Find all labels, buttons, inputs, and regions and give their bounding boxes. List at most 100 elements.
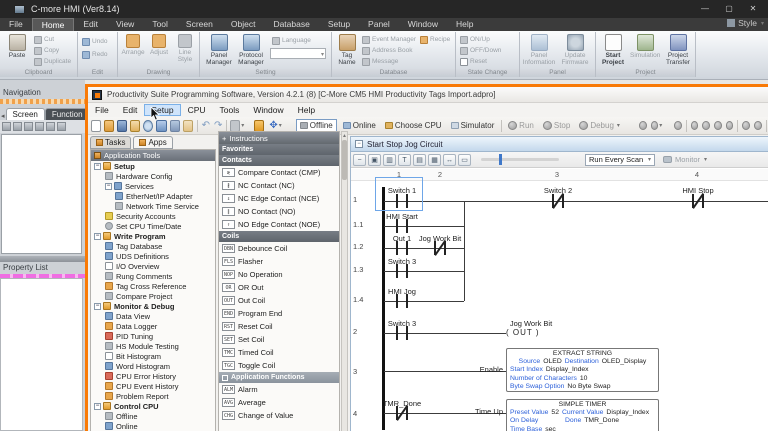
cmore-tab-database[interactable]: Database: [264, 18, 318, 31]
minimize-button[interactable]: —: [694, 2, 716, 15]
tab-function[interactable]: Function: [44, 108, 90, 120]
monitor-tool-icon-4[interactable]: [714, 121, 722, 130]
ladder-tool-view2-icon[interactable]: ▥: [383, 153, 396, 166]
ladder-tool-view4-icon[interactable]: ▦: [428, 153, 441, 166]
instruction-toggle-coil[interactable]: TGC Toggle Coil: [219, 359, 339, 372]
ladder-canvas[interactable]: 1 1.1 1.2 1.3 1.4 2 3 4 Switch 1 Switch …: [351, 177, 768, 431]
no-contact-switch3-rung2[interactable]: [396, 326, 408, 340]
tree-item-word-histogram[interactable]: Word Histogram: [91, 361, 215, 371]
lock-icon[interactable]: [254, 119, 265, 132]
cmore-tab-home[interactable]: Home: [31, 17, 75, 32]
zoom-slider-handle[interactable]: [499, 154, 502, 165]
monitor-button[interactable]: Monitor ▾: [663, 155, 707, 164]
cmore-tab-tool[interactable]: Tool: [143, 18, 177, 31]
off-down-button[interactable]: OFF/Down: [460, 46, 501, 55]
instruction-flasher[interactable]: FLS Flasher: [219, 255, 339, 268]
ladder-tool-expand-icon[interactable]: ↔: [443, 153, 456, 166]
section-application-functions[interactable]: Application Functions: [219, 372, 339, 383]
debug-button[interactable]: Debug ▾: [576, 120, 623, 131]
scroll-up-icon[interactable]: ▲: [342, 133, 347, 139]
on-up-button[interactable]: ON/Up: [460, 35, 490, 44]
monitor-tool-icon-6[interactable]: [742, 121, 750, 130]
copy-button[interactable]: Copy: [34, 46, 59, 55]
instruction-nc-edge-contact[interactable]: ↥ NC Edge Contact (NCE): [219, 192, 339, 205]
tree-item-data-view[interactable]: Data View: [91, 311, 215, 321]
tree-item-data-logger[interactable]: Data Logger: [91, 321, 215, 331]
cmore-tab-edit[interactable]: Edit: [74, 18, 107, 31]
no-contact-hmi-start[interactable]: [396, 219, 408, 233]
save-as-icon[interactable]: [130, 119, 141, 132]
tree-item-compare-project[interactable]: Compare Project: [91, 291, 215, 301]
instruction-compare-contact[interactable]: ≷ Compare Contact (CMP): [219, 166, 339, 179]
collapse-icon[interactable]: −: [94, 402, 101, 410]
start-project-button[interactable]: Start Project: [598, 34, 628, 66]
protocol-manager-button[interactable]: Protocol Manager: [236, 34, 266, 66]
open-project-icon[interactable]: [104, 119, 115, 132]
cmore-tab-window[interactable]: Window: [399, 18, 447, 31]
cut-button[interactable]: Cut: [34, 35, 54, 44]
online-button[interactable]: Online: [340, 120, 379, 131]
delete-screen-icon[interactable]: [35, 122, 44, 131]
rename-screen-icon[interactable]: [46, 122, 55, 131]
panel-splitter[interactable]: [0, 256, 85, 262]
cmore-tab-object[interactable]: Object: [222, 18, 265, 31]
tree-item-ethernet-ip-adapter[interactable]: EtherNet/IP Adapter: [91, 191, 215, 201]
cmore-tab-panel[interactable]: Panel: [359, 18, 399, 31]
simulation-button[interactable]: Simulation: [630, 34, 660, 60]
tree-item-online[interactable]: Online: [91, 421, 215, 431]
adjust-button[interactable]: Adjust: [146, 34, 172, 57]
tree-item-network-time-service[interactable]: Network Time Service: [91, 201, 215, 211]
undo-button[interactable]: Undo: [82, 37, 108, 46]
screen-grid-icon[interactable]: [57, 122, 66, 131]
ladder-tool-text-icon[interactable]: T: [398, 153, 411, 166]
choose-cpu-button[interactable]: Choose CPU: [382, 120, 445, 131]
tree-item-uds-definitions[interactable]: UDS Definitions: [91, 251, 215, 261]
pin-icon[interactable]: +: [222, 134, 226, 143]
maximize-button[interactable]: ▢: [718, 2, 740, 15]
recipe-button[interactable]: Recipe: [420, 35, 450, 44]
cmore-menu-file[interactable]: File: [0, 18, 32, 31]
redo-icon[interactable]: ↷: [214, 120, 222, 131]
collapse-icon[interactable]: −: [105, 182, 112, 190]
menu-window[interactable]: Window: [246, 104, 290, 116]
instruction-change-of-value[interactable]: CHG Change of Value: [219, 409, 339, 422]
tree-item-services[interactable]: − Services: [91, 181, 215, 191]
instructions-scrollbar[interactable]: ▲ ▼: [341, 131, 348, 431]
monitor-tool-icon-3[interactable]: [702, 121, 711, 130]
transfer-icon[interactable]: [156, 119, 167, 132]
panel-manager-button[interactable]: Panel Manager: [204, 34, 234, 66]
redo-button[interactable]: Redo: [82, 50, 108, 59]
cmore-tab-view[interactable]: View: [107, 18, 143, 31]
cmore-tab-help[interactable]: Help: [447, 18, 482, 31]
tree-item-hardware-config[interactable]: Hardware Config: [91, 171, 215, 181]
instruction-no-operation[interactable]: NOP No Operation: [219, 268, 339, 281]
menu-edit[interactable]: Edit: [116, 104, 145, 116]
language-select[interactable]: ▾: [270, 48, 326, 59]
instruction-nc-contact[interactable]: ∦ NC Contact (NC): [219, 179, 339, 192]
tree-item-security-accounts[interactable]: Security Accounts: [91, 211, 215, 221]
tag-name-button[interactable]: Tag Name: [334, 34, 360, 66]
tree-item-rung-comments[interactable]: Rung Comments: [91, 271, 215, 281]
monitor-tool-icon-5[interactable]: [725, 121, 734, 130]
tree-item-tag-cross-reference[interactable]: Tag Cross Reference: [91, 281, 215, 291]
screen-list[interactable]: [1, 134, 82, 254]
nc-contact-tmr-done[interactable]: [396, 404, 408, 421]
run-button[interactable]: Run: [505, 120, 537, 131]
section-favorites[interactable]: Favorites: [219, 144, 339, 155]
menu-cpu[interactable]: CPU: [181, 104, 213, 116]
property-list-panel[interactable]: [0, 278, 83, 431]
menu-file[interactable]: File: [88, 104, 116, 116]
tab-tasks[interactable]: Tasks: [90, 136, 132, 149]
nc-contact-jog-work-bit[interactable]: [434, 239, 446, 256]
new-project-icon[interactable]: [91, 119, 102, 132]
instruction-timed-coil[interactable]: TMC Timed Coil: [219, 346, 339, 359]
collapse-icon[interactable]: −: [94, 162, 101, 170]
copy-screen-icon[interactable]: [13, 122, 22, 131]
monitor-tool-icon-2[interactable]: [690, 121, 699, 130]
menu-tools[interactable]: Tools: [213, 104, 247, 116]
ladder-tool-view3-icon[interactable]: ▤: [413, 153, 426, 166]
tree-folder-write-program[interactable]: − Write Program: [91, 231, 215, 241]
instruction-reset-coil[interactable]: RST Reset Coil: [219, 320, 339, 333]
instruction-set-coil[interactable]: SET Set Coil: [219, 333, 339, 346]
instruction-no-edge-contact[interactable]: ↑ NO Edge Contact (NOE): [219, 218, 339, 231]
